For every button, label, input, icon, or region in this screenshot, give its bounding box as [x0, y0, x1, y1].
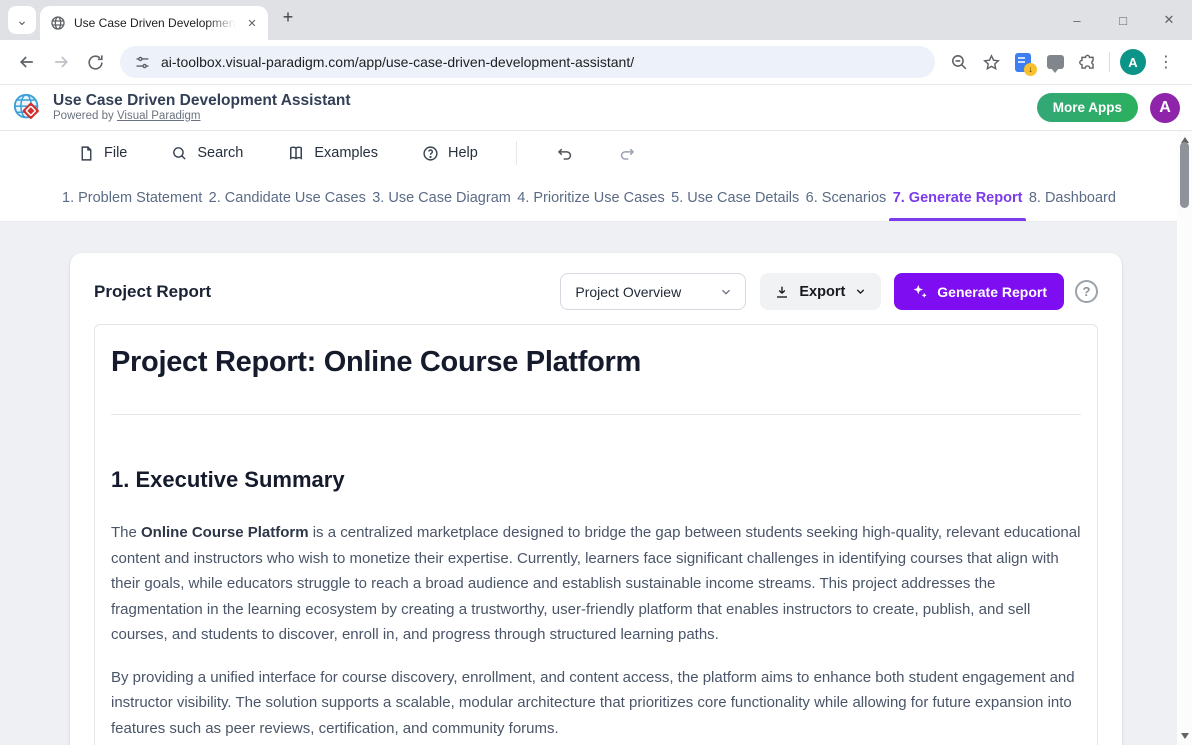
forward-icon[interactable] — [44, 45, 78, 79]
report-type-value: Project Overview — [575, 284, 719, 300]
app-titles: Use Case Driven Development Assistant Po… — [53, 92, 350, 123]
minimize-icon[interactable]: – — [1054, 0, 1100, 40]
address-bar[interactable]: ai-toolbox.visual-paradigm.com/app/use-c… — [120, 46, 935, 78]
more-apps-button[interactable]: More Apps — [1037, 93, 1138, 122]
scrollbar-thumb[interactable] — [1180, 142, 1189, 208]
undo-icon[interactable] — [555, 144, 574, 163]
browser-profile-avatar[interactable]: A — [1120, 49, 1146, 75]
report-title: Project Report: Online Course Platform — [111, 346, 1081, 379]
bookmark-star-icon[interactable] — [975, 46, 1007, 78]
back-icon[interactable] — [10, 45, 44, 79]
search-menu[interactable]: Search — [171, 145, 243, 162]
step-use-case-details[interactable]: 5. Use Case Details — [671, 175, 799, 221]
report-document: Project Report: Online Course Platform 1… — [94, 324, 1098, 745]
step-prioritize-use-cases[interactable]: 4. Prioritize Use Cases — [517, 175, 664, 221]
chevron-down-icon — [854, 285, 867, 298]
export-button[interactable]: Export — [760, 273, 881, 310]
executive-summary-paragraph-2: By providing a unified interface for cou… — [111, 665, 1081, 742]
globe-favicon-icon — [50, 15, 66, 31]
step-problem-statement[interactable]: 1. Problem Statement — [62, 175, 202, 221]
book-icon — [287, 144, 305, 162]
report-card: Project Report Project Overview Export G… — [70, 253, 1122, 745]
platform-name-bold: Online Course Platform — [141, 524, 309, 541]
app-title: Use Case Driven Development Assistant — [53, 92, 350, 110]
sparkle-icon — [911, 283, 928, 300]
examples-menu[interactable]: Examples — [287, 144, 378, 162]
app-menubar: File Search Examples Help — [0, 131, 1192, 175]
redo-icon[interactable] — [618, 144, 637, 163]
help-menu[interactable]: Help — [422, 145, 478, 162]
menubar-divider — [516, 141, 517, 165]
site-info-tune-icon[interactable] — [134, 54, 151, 71]
help-icon — [422, 145, 439, 162]
tab-close-icon[interactable]: ✕ — [244, 15, 260, 31]
report-toolbar: Project Report Project Overview Export G… — [94, 273, 1098, 310]
maximize-icon[interactable]: □ — [1100, 0, 1146, 40]
search-icon — [171, 145, 188, 162]
step-scenarios[interactable]: 6. Scenarios — [806, 175, 887, 221]
section-heading: 1. Executive Summary — [111, 467, 1081, 493]
browser-menu-kebab-icon[interactable]: ⋮ — [1150, 46, 1182, 78]
url-text[interactable]: ai-toolbox.visual-paradigm.com/app/use-c… — [161, 54, 634, 70]
browser-tab[interactable]: Use Case Driven Development Assistant ✕ — [40, 6, 268, 40]
step-dashboard[interactable]: 8. Dashboard — [1029, 175, 1116, 221]
scrollbar-down-arrow-icon[interactable] — [1177, 729, 1192, 743]
reload-icon[interactable] — [78, 45, 112, 79]
window-controls: – □ ✕ — [1054, 0, 1192, 40]
tab-title: Use Case Driven Development Assistant — [74, 16, 236, 30]
extensions-puzzle-icon[interactable] — [1071, 46, 1103, 78]
visual-paradigm-link[interactable]: Visual Paradigm — [117, 110, 201, 122]
page-scrollbar[interactable] — [1177, 131, 1192, 745]
comment-extension-icon[interactable] — [1039, 46, 1071, 78]
file-icon — [78, 145, 95, 162]
main-content: Project Report Project Overview Export G… — [0, 222, 1192, 745]
app-header: Use Case Driven Development Assistant Po… — [0, 85, 1192, 131]
step-candidate-use-cases[interactable]: 2. Candidate Use Cases — [209, 175, 366, 221]
executive-summary-paragraph-1: The Online Course Platform is a centrali… — [111, 520, 1081, 648]
browser-tab-strip: ⌄ Use Case Driven Development Assistant … — [0, 0, 1192, 40]
visual-paradigm-logo — [12, 92, 44, 124]
tab-search-chevron-icon[interactable]: ⌄ — [8, 6, 36, 34]
step-use-case-diagram[interactable]: 3. Use Case Diagram — [372, 175, 511, 221]
zoom-icon[interactable] — [943, 46, 975, 78]
browser-toolbar: ai-toolbox.visual-paradigm.com/app/use-c… — [0, 40, 1192, 85]
new-tab-button[interactable]: + — [274, 3, 302, 31]
step-generate-report[interactable]: 7. Generate Report — [893, 175, 1023, 221]
download-icon — [774, 284, 790, 300]
toolbar-divider — [1109, 52, 1110, 72]
generate-report-button[interactable]: Generate Report — [894, 273, 1064, 310]
download-badge-icon: ↓ — [1024, 63, 1037, 76]
powered-by: Powered by Visual Paradigm — [53, 110, 350, 123]
panel-title: Project Report — [94, 282, 211, 302]
toolbar-help-icon[interactable]: ? — [1075, 280, 1098, 303]
chevron-down-icon — [719, 285, 733, 299]
account-avatar[interactable]: A — [1150, 93, 1180, 123]
window-close-icon[interactable]: ✕ — [1146, 0, 1192, 40]
report-type-select[interactable]: Project Overview — [560, 273, 746, 310]
workflow-steps: 1. Problem Statement 2. Candidate Use Ca… — [0, 175, 1192, 222]
title-divider — [111, 414, 1081, 415]
file-menu[interactable]: File — [78, 145, 127, 162]
docs-extension-icon[interactable]: ↓ — [1007, 46, 1039, 78]
